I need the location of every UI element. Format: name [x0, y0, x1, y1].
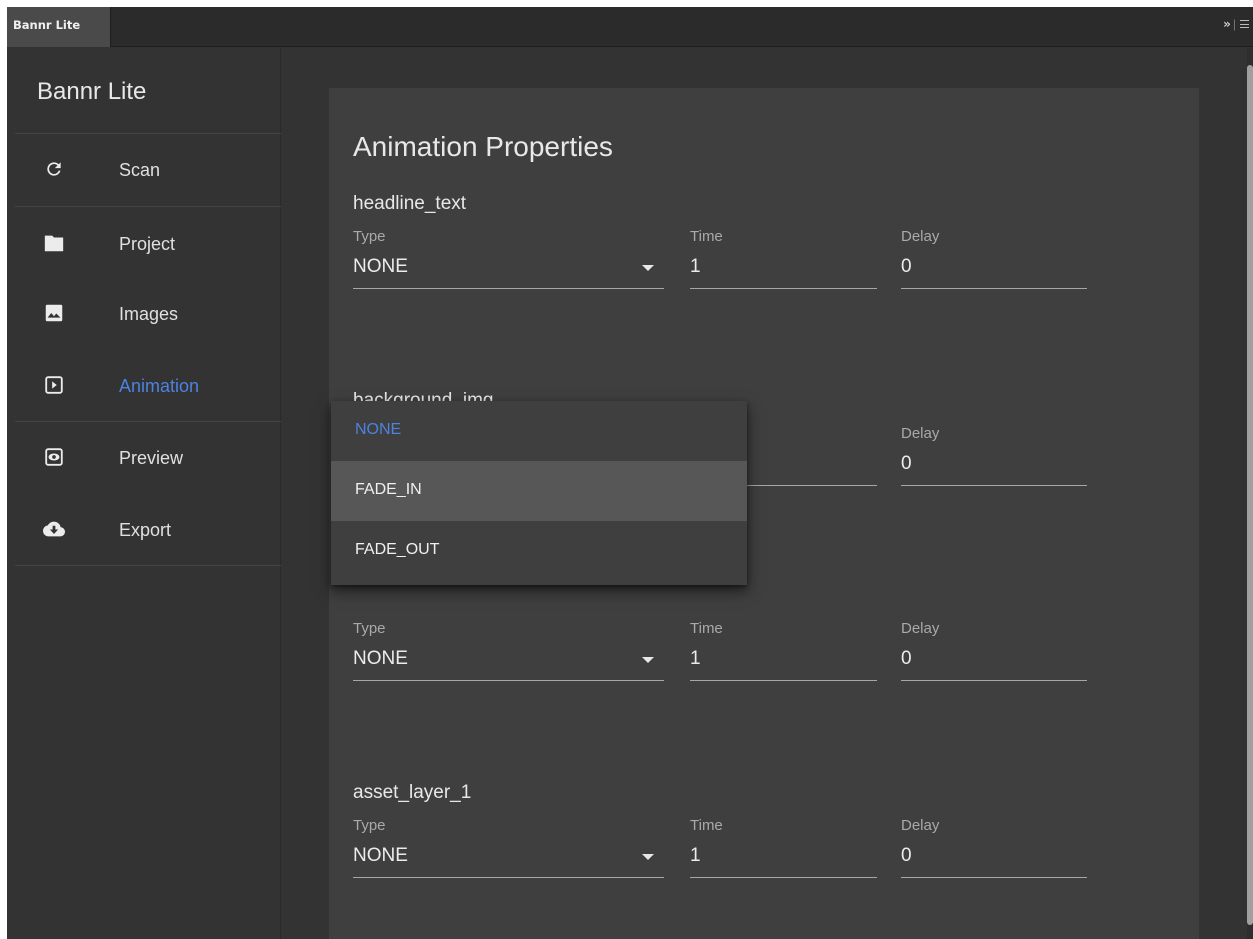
page-title: Animation Properties — [353, 131, 613, 162]
sidebar-item-label: Images — [119, 304, 179, 324]
option-label: FADE_IN — [355, 481, 422, 498]
dropdown-option-none[interactable]: NONE — [331, 401, 747, 461]
app-title: Bannr Lite — [37, 78, 147, 105]
type-value: NONE — [353, 845, 408, 866]
time-label: Time — [690, 620, 723, 637]
sidebar: Bannr Lite Scan Project Images Animation… — [7, 48, 281, 939]
panel-controls: » | — [1223, 17, 1249, 31]
type-value: NONE — [353, 648, 408, 669]
time-value: 1 — [690, 256, 701, 277]
type-dropdown-menu: NONE FADE_IN FADE_OUT — [331, 401, 747, 585]
field-underline — [690, 877, 877, 878]
option-label: NONE — [355, 421, 402, 438]
plugin-panel-frame: Bannr Lite » | Bannr Lite Scan Project I… — [7, 7, 1253, 939]
type-label: Type — [353, 620, 386, 637]
folder-icon — [43, 232, 65, 254]
sidebar-item-label: Scan — [119, 160, 161, 180]
layer-name: headline_text — [353, 193, 467, 214]
image-icon — [43, 302, 65, 324]
panel-tab-bannr-lite[interactable]: Bannr Lite — [7, 7, 111, 47]
cloud-download-icon — [43, 518, 65, 540]
panel-menu-icon[interactable] — [1240, 20, 1249, 28]
delay-value: 0 — [901, 256, 912, 277]
sidebar-item-label: Project — [119, 234, 176, 254]
field-underline — [353, 288, 664, 289]
sidebar-item-animation[interactable]: Animation — [15, 350, 281, 422]
delay-value: 0 — [901, 453, 912, 474]
field-underline — [901, 288, 1087, 289]
field-underline — [690, 288, 877, 289]
option-label: FADE_OUT — [355, 541, 440, 558]
panel-tab-bar: Bannr Lite » | — [7, 7, 1253, 47]
refresh-icon — [43, 158, 65, 180]
layer-group-headline-text: headline_text Type NONE Time 1 Delay 0 — [353, 193, 1113, 308]
delay-label: Delay — [901, 620, 940, 637]
field-underline — [901, 680, 1087, 681]
field-underline — [901, 485, 1087, 486]
layer-name: asset_layer_1 — [353, 782, 472, 803]
type-label: Type — [353, 228, 386, 245]
field-underline — [353, 877, 664, 878]
dropdown-caret-icon — [642, 657, 654, 663]
sidebar-item-project[interactable]: Project — [15, 208, 281, 280]
dropdown-caret-icon — [642, 854, 654, 860]
sidebar-item-images[interactable]: Images — [15, 278, 281, 350]
sidebar-divider — [15, 206, 281, 207]
delay-label: Delay — [901, 228, 940, 245]
time-value: 1 — [690, 845, 701, 866]
delay-label: Delay — [901, 425, 940, 442]
dropdown-option-fade-in[interactable]: FADE_IN — [331, 461, 747, 521]
field-underline — [353, 680, 664, 681]
field-underline — [690, 680, 877, 681]
field-underline — [901, 877, 1087, 878]
time-label: Time — [690, 228, 723, 245]
delay-label: Delay — [901, 817, 940, 834]
sidebar-item-scan[interactable]: Scan — [15, 134, 281, 206]
play-box-icon — [43, 374, 65, 396]
layer-group-asset-layer-1: asset_layer_1 Type NONE Time 1 Delay 0 — [353, 782, 1113, 897]
sidebar-item-label: Export — [119, 520, 172, 540]
sidebar-item-export[interactable]: Export — [15, 494, 281, 566]
dropdown-caret-icon — [642, 265, 654, 271]
layer-group: Type NONE Time 1 Delay 0 — [353, 585, 1113, 700]
type-value: NONE — [353, 256, 408, 277]
time-value: 1 — [690, 648, 701, 669]
controls-separator: | — [1232, 17, 1236, 31]
sidebar-divider — [15, 565, 281, 566]
time-label: Time — [690, 817, 723, 834]
expand-icon[interactable]: » — [1223, 17, 1231, 31]
sidebar-item-preview[interactable]: Preview — [15, 422, 281, 494]
type-label: Type — [353, 817, 386, 834]
sidebar-item-label: Animation — [119, 376, 200, 396]
scrollbar-thumb[interactable] — [1247, 65, 1253, 925]
delay-value: 0 — [901, 648, 912, 669]
eye-icon — [43, 446, 65, 468]
delay-value: 0 — [901, 845, 912, 866]
dropdown-option-fade-out[interactable]: FADE_OUT — [331, 521, 747, 581]
scrollbar[interactable] — [1247, 48, 1253, 939]
sidebar-item-label: Preview — [119, 448, 184, 468]
